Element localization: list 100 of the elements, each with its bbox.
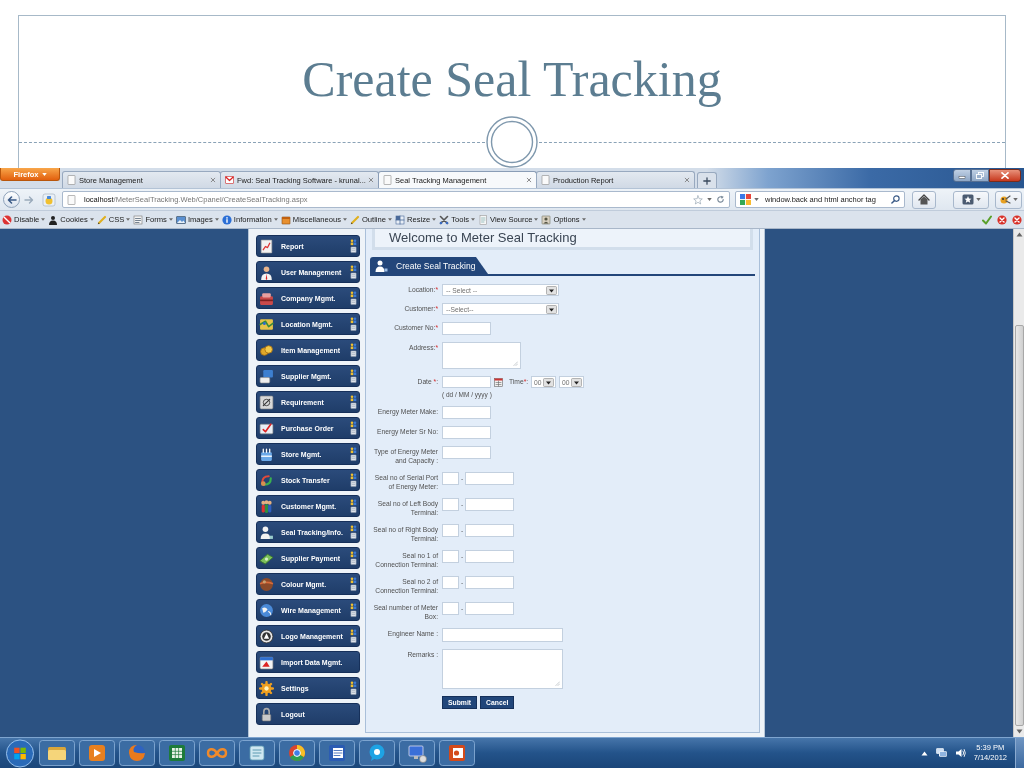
caret-icon[interactable] [754,198,759,201]
text-field[interactable] [442,472,459,485]
speaker-icon[interactable] [954,748,966,758]
padlock-icon [259,706,274,722]
text-field[interactable] [442,524,459,537]
plus-icon [703,176,711,185]
close-icon[interactable] [210,177,216,183]
people-and-page-icon[interactable] [350,316,357,332]
map-icon [259,316,274,332]
close-button[interactable] [989,169,1021,182]
text-field[interactable] [465,498,515,511]
text-field[interactable] [465,472,515,485]
show-desktop-button[interactable] [1015,738,1024,768]
page-icon [67,194,76,205]
text-field[interactable] [442,628,563,642]
play-button-icon[interactable] [79,740,115,766]
document-tile-icon[interactable] [319,740,355,766]
text-field[interactable] [442,446,491,459]
people-and-page-icon[interactable] [350,628,357,644]
people-and-page-icon[interactable] [350,524,357,540]
person-icon [48,214,59,225]
text-field[interactable] [442,498,459,511]
text-field[interactable] [465,602,515,615]
document-icon [477,214,488,225]
infinity-icon[interactable] [199,740,235,766]
scrollbar-thumb[interactable] [1014,325,1024,726]
basket-icon [259,446,274,462]
site-badge-icon[interactable] [42,192,56,207]
caret-icon [214,218,219,221]
caret-icon[interactable] [707,198,712,201]
notepad-icon[interactable] [239,740,275,766]
new-tab-button[interactable] [697,172,717,188]
close-icon[interactable] [684,177,690,183]
people-and-page-icon[interactable] [350,602,357,618]
welcome-heading: Welcome to Meter Seal Tracking [372,229,753,250]
text-field[interactable] [465,524,515,537]
spreadsheet-icon[interactable] [159,740,195,766]
caret-icon [581,218,586,221]
people-and-page-icon[interactable] [350,472,357,488]
globe-icon[interactable] [119,740,155,766]
coins-icon [259,342,274,358]
presentation-icon[interactable] [439,740,475,766]
caret-icon [89,218,94,221]
checklist-icon [259,420,274,436]
back-arrow-icon [6,195,17,204]
people-and-page-icon[interactable] [350,368,357,384]
monitor-icon[interactable] [399,740,435,766]
text-field[interactable] [442,426,491,439]
people-and-page-icon[interactable] [350,446,357,462]
four-squares-icon[interactable] [740,194,751,205]
text-field[interactable] [442,602,459,615]
sphere-icon [259,576,274,592]
cross-circle-icon[interactable] [1012,214,1022,225]
network-icon[interactable] [935,748,947,758]
minimize-button[interactable] [953,169,971,182]
reload-icon[interactable] [716,195,725,204]
cross-circle-icon[interactable] [997,214,1007,225]
date-field[interactable] [442,376,491,388]
text-field[interactable] [465,550,515,563]
bookmarks-icon [961,194,974,205]
text-field[interactable] [442,406,491,419]
calendar-icon[interactable] [494,377,503,387]
folder-icon[interactable] [39,740,75,766]
restore-button[interactable] [971,169,989,182]
down-arrow-icon[interactable] [1015,729,1023,734]
close-icon[interactable] [368,177,374,183]
people-and-page-icon[interactable] [350,342,357,358]
windows-logo-icon[interactable] [5,738,35,768]
scrollbar[interactable] [1013,229,1024,737]
people-and-page-icon[interactable] [350,550,357,566]
round-logo-icon[interactable] [279,740,315,766]
bookmarks-button[interactable] [953,190,989,209]
resize-grip-icon[interactable] [513,361,518,366]
people-and-page-icon[interactable] [350,394,357,410]
text-field[interactable] [442,550,459,563]
search-icon[interactable] [891,195,900,204]
up-arrow-icon[interactable] [920,750,928,756]
people-and-page-icon[interactable] [350,290,357,306]
home-button[interactable] [912,190,936,209]
home-icon [918,194,930,205]
text-field[interactable] [442,576,459,589]
people-and-page-icon[interactable] [350,264,357,280]
people-and-page-icon[interactable] [350,238,357,254]
text-field[interactable] [442,322,491,335]
people-and-page-icon[interactable] [350,576,357,592]
checkmark-icon[interactable] [982,214,992,225]
back-button[interactable] [3,191,20,208]
section-tab[interactable]: Create Seal Tracking [370,257,488,274]
resize-grip-icon[interactable] [555,681,560,686]
people-and-page-icon[interactable] [350,680,357,696]
text-field[interactable] [465,576,515,589]
addon-button[interactable] [995,190,1022,209]
star-icon[interactable] [693,194,703,205]
up-arrow-icon[interactable] [1015,232,1023,237]
caret-icon [975,198,981,201]
caret-icon [432,218,437,221]
close-icon[interactable] [526,177,532,183]
people-and-page-icon[interactable] [350,420,357,436]
chat-bubble-icon[interactable] [359,740,395,766]
people-and-page-icon[interactable] [350,498,357,514]
